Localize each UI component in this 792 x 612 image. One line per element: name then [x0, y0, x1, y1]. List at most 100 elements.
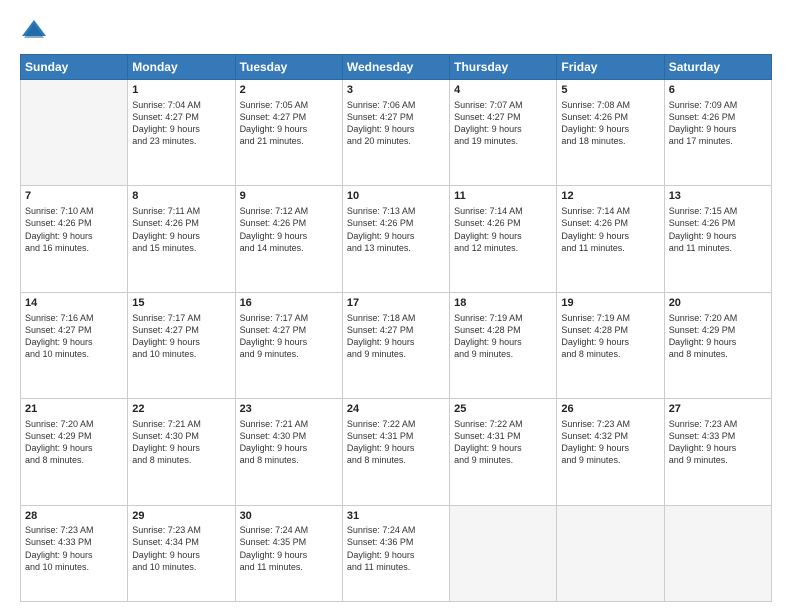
- day-info: Sunrise: 7:20 AMSunset: 4:29 PMDaylight:…: [669, 312, 767, 361]
- day-info: Sunrise: 7:17 AMSunset: 4:27 PMDaylight:…: [132, 312, 230, 361]
- day-number: 25: [454, 402, 552, 417]
- calendar-cell: 17Sunrise: 7:18 AMSunset: 4:27 PMDayligh…: [342, 292, 449, 398]
- day-info: Sunrise: 7:05 AMSunset: 4:27 PMDaylight:…: [240, 99, 338, 148]
- calendar-week-3: 14Sunrise: 7:16 AMSunset: 4:27 PMDayligh…: [21, 292, 772, 398]
- calendar-cell: 12Sunrise: 7:14 AMSunset: 4:26 PMDayligh…: [557, 186, 664, 292]
- day-number: 15: [132, 296, 230, 311]
- day-info: Sunrise: 7:22 AMSunset: 4:31 PMDaylight:…: [347, 418, 445, 467]
- day-number: 24: [347, 402, 445, 417]
- day-info: Sunrise: 7:14 AMSunset: 4:26 PMDaylight:…: [454, 205, 552, 254]
- calendar-cell: 2Sunrise: 7:05 AMSunset: 4:27 PMDaylight…: [235, 80, 342, 186]
- day-info: Sunrise: 7:13 AMSunset: 4:26 PMDaylight:…: [347, 205, 445, 254]
- day-number: 4: [454, 83, 552, 98]
- day-number: 16: [240, 296, 338, 311]
- day-number: 7: [25, 189, 123, 204]
- day-info: Sunrise: 7:14 AMSunset: 4:26 PMDaylight:…: [561, 205, 659, 254]
- calendar-cell: 7Sunrise: 7:10 AMSunset: 4:26 PMDaylight…: [21, 186, 128, 292]
- calendar-cell: 14Sunrise: 7:16 AMSunset: 4:27 PMDayligh…: [21, 292, 128, 398]
- calendar-cell: 27Sunrise: 7:23 AMSunset: 4:33 PMDayligh…: [664, 399, 771, 505]
- day-number: 1: [132, 83, 230, 98]
- calendar-week-1: 1Sunrise: 7:04 AMSunset: 4:27 PMDaylight…: [21, 80, 772, 186]
- calendar-week-4: 21Sunrise: 7:20 AMSunset: 4:29 PMDayligh…: [21, 399, 772, 505]
- calendar-cell: 20Sunrise: 7:20 AMSunset: 4:29 PMDayligh…: [664, 292, 771, 398]
- calendar-cell: 29Sunrise: 7:23 AMSunset: 4:34 PMDayligh…: [128, 505, 235, 602]
- calendar-cell: 11Sunrise: 7:14 AMSunset: 4:26 PMDayligh…: [450, 186, 557, 292]
- weekday-header-wednesday: Wednesday: [342, 55, 449, 80]
- day-number: 10: [347, 189, 445, 204]
- calendar-cell: [450, 505, 557, 602]
- calendar-cell: 9Sunrise: 7:12 AMSunset: 4:26 PMDaylight…: [235, 186, 342, 292]
- day-info: Sunrise: 7:23 AMSunset: 4:33 PMDaylight:…: [25, 524, 123, 573]
- day-number: 28: [25, 509, 123, 524]
- day-info: Sunrise: 7:17 AMSunset: 4:27 PMDaylight:…: [240, 312, 338, 361]
- day-info: Sunrise: 7:04 AMSunset: 4:27 PMDaylight:…: [132, 99, 230, 148]
- weekday-header-tuesday: Tuesday: [235, 55, 342, 80]
- logo-icon: [20, 16, 48, 44]
- day-number: 17: [347, 296, 445, 311]
- day-info: Sunrise: 7:06 AMSunset: 4:27 PMDaylight:…: [347, 99, 445, 148]
- weekday-header-monday: Monday: [128, 55, 235, 80]
- calendar-cell: 30Sunrise: 7:24 AMSunset: 4:35 PMDayligh…: [235, 505, 342, 602]
- day-number: 6: [669, 83, 767, 98]
- day-info: Sunrise: 7:23 AMSunset: 4:34 PMDaylight:…: [132, 524, 230, 573]
- calendar-cell: 24Sunrise: 7:22 AMSunset: 4:31 PMDayligh…: [342, 399, 449, 505]
- calendar-cell: 21Sunrise: 7:20 AMSunset: 4:29 PMDayligh…: [21, 399, 128, 505]
- day-info: Sunrise: 7:20 AMSunset: 4:29 PMDaylight:…: [25, 418, 123, 467]
- calendar-week-5: 28Sunrise: 7:23 AMSunset: 4:33 PMDayligh…: [21, 505, 772, 602]
- weekday-header-friday: Friday: [557, 55, 664, 80]
- day-info: Sunrise: 7:07 AMSunset: 4:27 PMDaylight:…: [454, 99, 552, 148]
- day-info: Sunrise: 7:21 AMSunset: 4:30 PMDaylight:…: [240, 418, 338, 467]
- day-number: 22: [132, 402, 230, 417]
- calendar-cell: 10Sunrise: 7:13 AMSunset: 4:26 PMDayligh…: [342, 186, 449, 292]
- calendar-cell: 16Sunrise: 7:17 AMSunset: 4:27 PMDayligh…: [235, 292, 342, 398]
- day-number: 11: [454, 189, 552, 204]
- calendar-cell: 1Sunrise: 7:04 AMSunset: 4:27 PMDaylight…: [128, 80, 235, 186]
- day-number: 9: [240, 189, 338, 204]
- calendar-cell: 4Sunrise: 7:07 AMSunset: 4:27 PMDaylight…: [450, 80, 557, 186]
- day-info: Sunrise: 7:21 AMSunset: 4:30 PMDaylight:…: [132, 418, 230, 467]
- weekday-header-saturday: Saturday: [664, 55, 771, 80]
- day-number: 29: [132, 509, 230, 524]
- calendar-cell: 15Sunrise: 7:17 AMSunset: 4:27 PMDayligh…: [128, 292, 235, 398]
- day-info: Sunrise: 7:16 AMSunset: 4:27 PMDaylight:…: [25, 312, 123, 361]
- day-number: 3: [347, 83, 445, 98]
- calendar-cell: [664, 505, 771, 602]
- calendar-cell: 23Sunrise: 7:21 AMSunset: 4:30 PMDayligh…: [235, 399, 342, 505]
- header: [20, 16, 772, 44]
- day-info: Sunrise: 7:11 AMSunset: 4:26 PMDaylight:…: [132, 205, 230, 254]
- calendar-cell: 8Sunrise: 7:11 AMSunset: 4:26 PMDaylight…: [128, 186, 235, 292]
- weekday-header-thursday: Thursday: [450, 55, 557, 80]
- day-number: 31: [347, 509, 445, 524]
- calendar-cell: 18Sunrise: 7:19 AMSunset: 4:28 PMDayligh…: [450, 292, 557, 398]
- day-number: 12: [561, 189, 659, 204]
- calendar-cell: 5Sunrise: 7:08 AMSunset: 4:26 PMDaylight…: [557, 80, 664, 186]
- day-info: Sunrise: 7:23 AMSunset: 4:32 PMDaylight:…: [561, 418, 659, 467]
- day-info: Sunrise: 7:09 AMSunset: 4:26 PMDaylight:…: [669, 99, 767, 148]
- calendar-cell: 31Sunrise: 7:24 AMSunset: 4:36 PMDayligh…: [342, 505, 449, 602]
- calendar-cell: 3Sunrise: 7:06 AMSunset: 4:27 PMDaylight…: [342, 80, 449, 186]
- calendar-cell: [21, 80, 128, 186]
- day-number: 30: [240, 509, 338, 524]
- day-info: Sunrise: 7:10 AMSunset: 4:26 PMDaylight:…: [25, 205, 123, 254]
- page: SundayMondayTuesdayWednesdayThursdayFrid…: [0, 0, 792, 612]
- calendar-week-2: 7Sunrise: 7:10 AMSunset: 4:26 PMDaylight…: [21, 186, 772, 292]
- calendar-cell: 28Sunrise: 7:23 AMSunset: 4:33 PMDayligh…: [21, 505, 128, 602]
- day-number: 27: [669, 402, 767, 417]
- day-number: 23: [240, 402, 338, 417]
- day-number: 18: [454, 296, 552, 311]
- day-number: 13: [669, 189, 767, 204]
- day-number: 20: [669, 296, 767, 311]
- weekday-header-row: SundayMondayTuesdayWednesdayThursdayFrid…: [21, 55, 772, 80]
- weekday-header-sunday: Sunday: [21, 55, 128, 80]
- day-number: 26: [561, 402, 659, 417]
- calendar-cell: 22Sunrise: 7:21 AMSunset: 4:30 PMDayligh…: [128, 399, 235, 505]
- day-info: Sunrise: 7:19 AMSunset: 4:28 PMDaylight:…: [454, 312, 552, 361]
- calendar-cell: 13Sunrise: 7:15 AMSunset: 4:26 PMDayligh…: [664, 186, 771, 292]
- day-info: Sunrise: 7:15 AMSunset: 4:26 PMDaylight:…: [669, 205, 767, 254]
- day-number: 5: [561, 83, 659, 98]
- day-info: Sunrise: 7:23 AMSunset: 4:33 PMDaylight:…: [669, 418, 767, 467]
- day-info: Sunrise: 7:24 AMSunset: 4:36 PMDaylight:…: [347, 524, 445, 573]
- day-number: 8: [132, 189, 230, 204]
- day-info: Sunrise: 7:12 AMSunset: 4:26 PMDaylight:…: [240, 205, 338, 254]
- day-info: Sunrise: 7:22 AMSunset: 4:31 PMDaylight:…: [454, 418, 552, 467]
